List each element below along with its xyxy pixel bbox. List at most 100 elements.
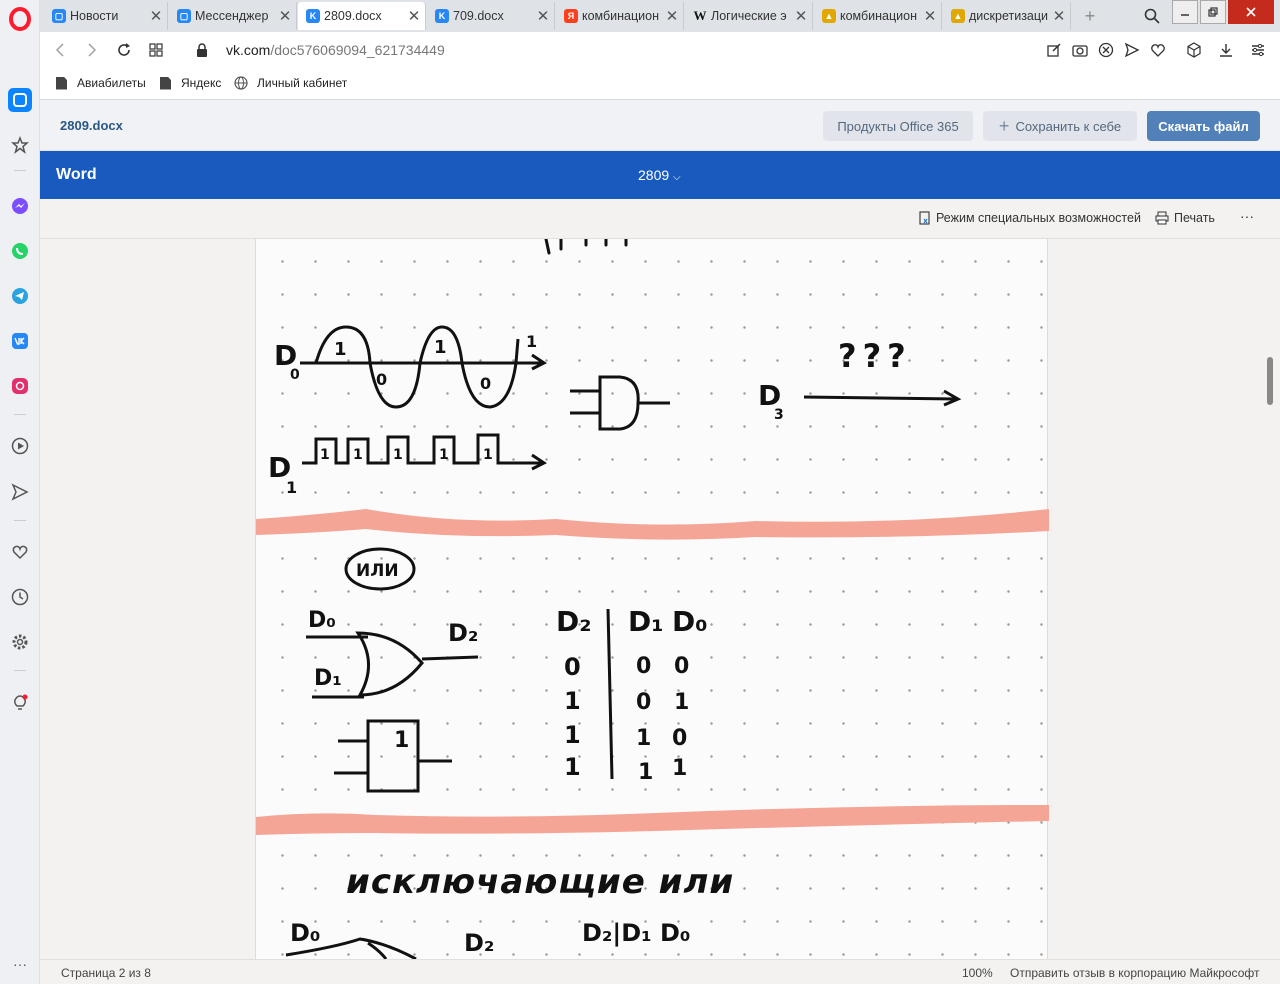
more-options-button[interactable]: ···	[1240, 208, 1254, 224]
player-icon[interactable]	[8, 434, 32, 458]
word-header: Word 2809 ⌵	[40, 151, 1280, 199]
table-cell: 0	[674, 654, 689, 679]
more-icon[interactable]: ···	[8, 952, 32, 976]
back-icon[interactable]	[50, 40, 70, 60]
lock-icon[interactable]	[192, 40, 212, 60]
bookmark-aviabilety[interactable]: Авиабилеты	[56, 76, 146, 90]
whatsapp-icon[interactable]	[8, 239, 32, 263]
close-icon[interactable]: ✕	[532, 7, 554, 25]
opera-logo-icon[interactable]	[9, 7, 31, 31]
tab-709-docx[interactable]: K 709.docx ✕	[427, 2, 555, 30]
zoom-level[interactable]: 100%	[962, 966, 993, 980]
handwritten-notes: D 0 1 0 1 0 1 D 1 1 1 1 1 1 D 3 ??? ИЛИ …	[256, 239, 1049, 959]
xor-d0-label: D₀	[290, 919, 320, 947]
lightbulb-icon[interactable]	[8, 691, 32, 715]
close-icon[interactable]: ✕	[145, 7, 167, 25]
document-page: D 0 1 0 1 0 1 D 1 1 1 1 1 1 D 3 ??? ИЛИ …	[255, 239, 1049, 959]
tab-wikipedia[interactable]: W Логические э ✕	[685, 2, 813, 30]
close-icon[interactable]: ✕	[274, 7, 296, 25]
download-file-button[interactable]: Скачать файл	[1147, 111, 1260, 141]
instagram-icon[interactable]	[8, 374, 32, 398]
extensions-cube-icon[interactable]	[1184, 40, 1204, 60]
close-icon[interactable]: ✕	[1048, 7, 1070, 25]
easy-setup-icon[interactable]	[1248, 40, 1268, 60]
address-bar: vk.com/doc576069094_621734449	[40, 32, 1280, 68]
or-box-symbol	[334, 719, 452, 793]
bookmark-yandex[interactable]: Яндекс	[160, 76, 221, 90]
print-button[interactable]: Печать	[1155, 211, 1215, 225]
image-icon: ▲	[822, 9, 836, 23]
table-cell: 0	[636, 654, 651, 679]
messenger-icon[interactable]	[8, 194, 32, 218]
vk-doc-header: 2809.docx Продукты Office 365 + Сохранить…	[40, 100, 1280, 151]
vk-message-icon: ▢	[177, 9, 191, 23]
feedback-link[interactable]: Отправить отзыв в корпорацию Майкрософт	[1010, 966, 1259, 980]
bookmarks-icon[interactable]	[8, 133, 32, 157]
url-field[interactable]: vk.com/doc576069094_621734449	[226, 42, 445, 58]
tab-yandex-search[interactable]: Я комбинацион ✕	[556, 2, 684, 30]
tab-2809-docx[interactable]: K 2809.docx ✕	[298, 2, 426, 30]
table-cell: 1	[674, 690, 689, 715]
or-d1-label: D₁	[314, 666, 342, 691]
vk-doc-title: 2809.docx	[60, 118, 123, 133]
wave-digit: 1	[334, 339, 347, 360]
new-tab-icon[interactable]: +	[1078, 4, 1102, 28]
close-icon[interactable]: ✕	[661, 7, 683, 25]
adblock-icon[interactable]	[1096, 40, 1116, 60]
xor-section: исключающие или D₀ D₂ D₂|D₁ D₀	[285, 862, 733, 959]
close-icon[interactable]: ✕	[790, 7, 812, 25]
close-icon[interactable]: ✕	[403, 7, 425, 25]
word-app-name[interactable]: Word	[56, 166, 97, 184]
bookmark-cabinet[interactable]: Личный кабинет	[234, 76, 347, 90]
wave-digit: 1	[434, 337, 447, 358]
tab-news[interactable]: ▢ Новости ✕	[44, 2, 168, 30]
d1-subscript: 1	[286, 478, 297, 497]
reload-icon[interactable]	[114, 40, 134, 60]
or-box-digit: 1	[394, 728, 409, 753]
telegram-icon[interactable]	[8, 284, 32, 308]
tab-messenger[interactable]: ▢ Мессенджер ✕	[169, 2, 297, 30]
send-to-icon[interactable]	[1122, 40, 1142, 60]
scrollbar-thumb[interactable]	[1267, 357, 1273, 405]
office-products-button[interactable]: Продукты Office 365	[823, 111, 973, 141]
table-cell: 1	[672, 756, 687, 781]
restore-icon[interactable]	[1200, 0, 1226, 24]
home-icon[interactable]	[8, 88, 32, 112]
tabs-grid-icon[interactable]	[146, 40, 166, 60]
vk-message-icon: ▢	[52, 9, 66, 23]
camera-icon[interactable]	[1070, 40, 1090, 60]
highlight-band	[256, 509, 1049, 540]
search-tabs-icon[interactable]	[1140, 4, 1164, 28]
minimize-icon[interactable]	[1172, 0, 1198, 24]
d3-subscript: 3	[774, 407, 784, 423]
pulse-digit: 1	[353, 447, 363, 463]
vk-icon[interactable]	[8, 329, 32, 353]
image-icon: ▲	[951, 9, 965, 23]
send-icon[interactable]	[8, 480, 32, 504]
table-header: D₀	[672, 605, 708, 638]
yandex-icon: Я	[564, 9, 578, 23]
tab-image-1[interactable]: ▲ комбинацион ✕	[814, 2, 942, 30]
table-cell: 0	[672, 726, 687, 751]
pulse-digit: 1	[483, 447, 493, 463]
table-cell: 1	[564, 721, 581, 749]
bookmarks-bar: Авиабилеты Яндекс Личный кабинет	[40, 68, 1280, 100]
close-window-icon[interactable]	[1228, 0, 1274, 24]
document-area: D 0 1 0 1 0 1 D 1 1 1 1 1 1 D 3 ??? ИЛИ …	[40, 239, 1280, 959]
forward-icon[interactable]	[82, 40, 102, 60]
history-icon[interactable]	[8, 585, 32, 609]
settings-gear-icon[interactable]	[8, 630, 32, 654]
edit-icon[interactable]	[1044, 40, 1064, 60]
heart-icon[interactable]	[8, 540, 32, 564]
tab-image-2[interactable]: ▲ дискретизаци ✕	[943, 2, 1071, 30]
d1-signal: D 1 1 1 1 1 1	[268, 433, 547, 497]
download-icon[interactable]	[1216, 40, 1236, 60]
vk-icon: K	[306, 9, 320, 23]
document-name-menu[interactable]: 2809 ⌵	[638, 167, 681, 183]
favorite-heart-icon[interactable]	[1148, 40, 1168, 60]
or-section: ИЛИ D₀ D₁ D₂ 1 D₂ D₁ D₀ 0 0 0 1 0 1 1 1 …	[306, 547, 708, 793]
accessibility-mode-button[interactable]: Режим специальных возможностей	[918, 211, 1141, 225]
or-truth-table: D₂ D₁ D₀ 0 0 0 1 0 1 1 1 0 1 1 1	[556, 605, 708, 785]
close-icon[interactable]: ✕	[919, 7, 941, 25]
save-to-self-button[interactable]: + Сохранить к себе	[983, 111, 1137, 141]
